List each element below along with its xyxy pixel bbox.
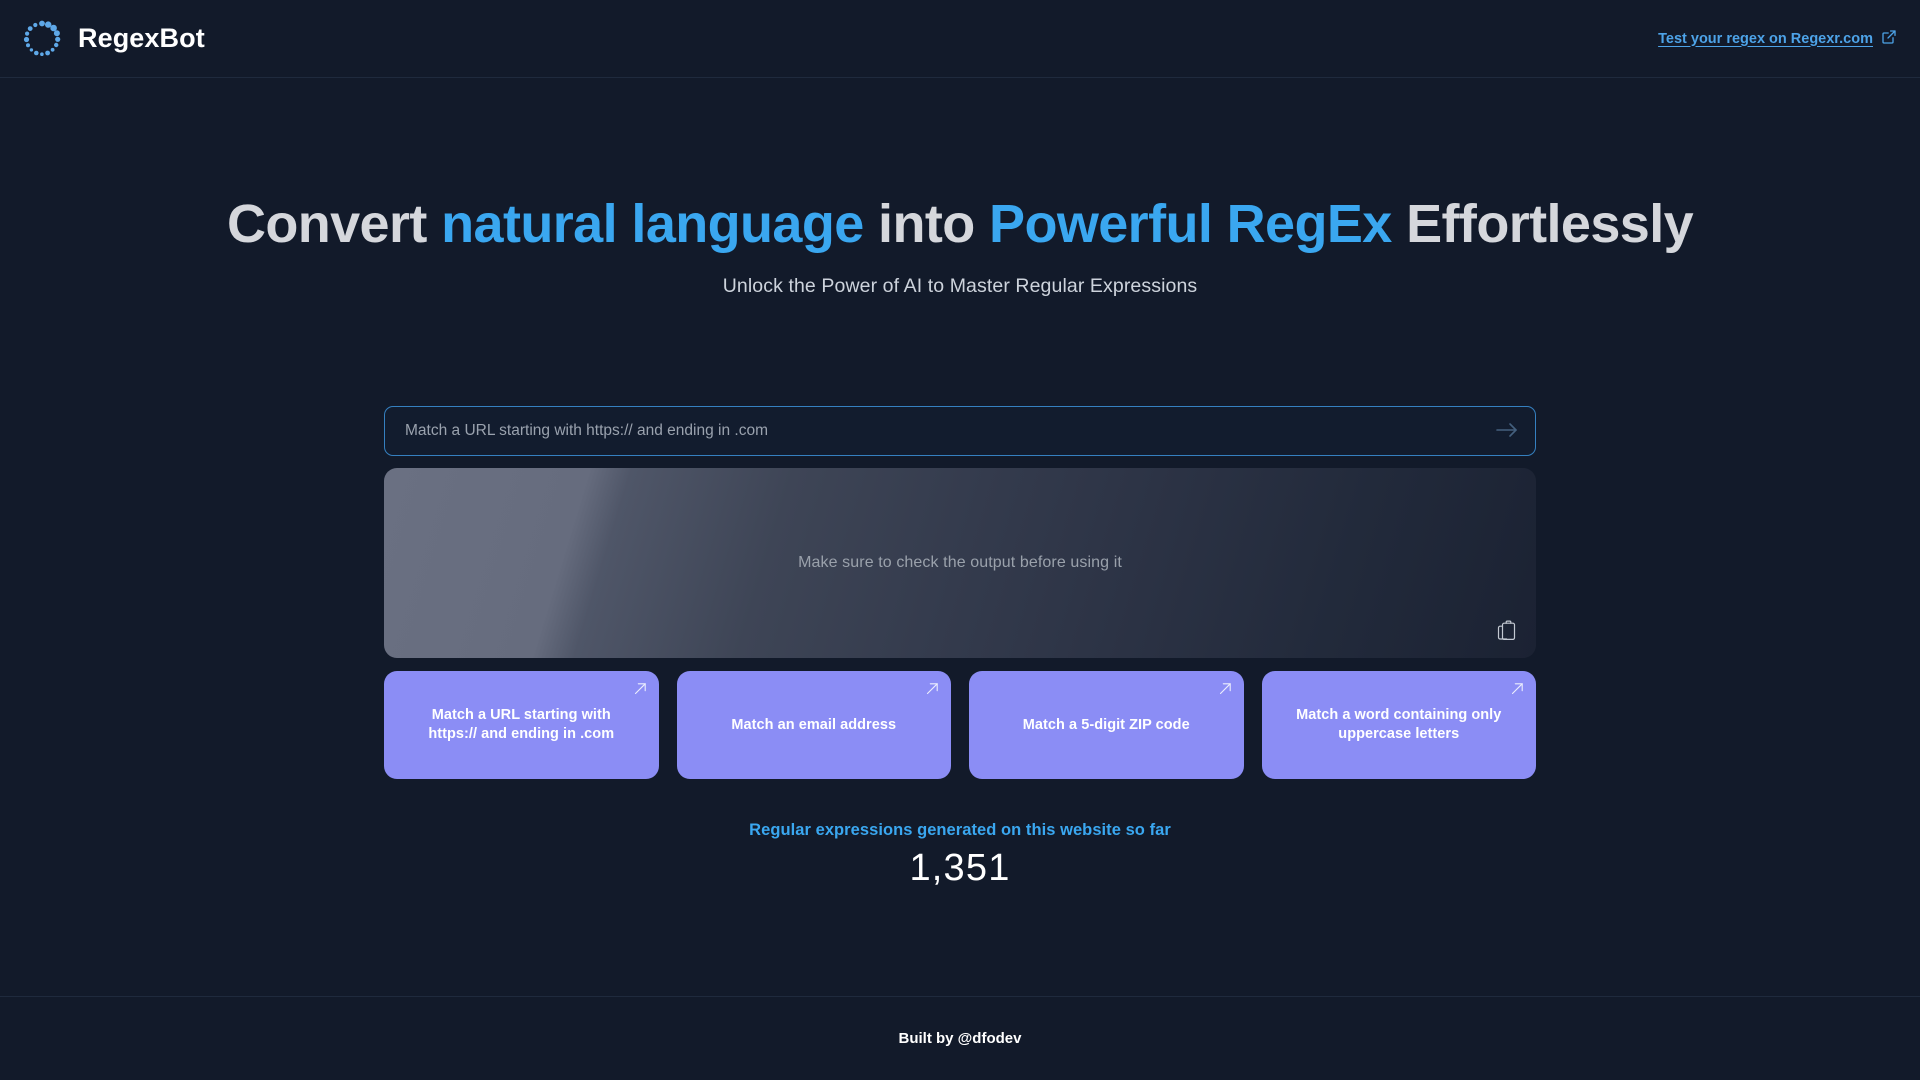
brand-name: RegexBot [78, 23, 205, 53]
page-title: Convert natural language into Powerful R… [226, 193, 1694, 255]
suggestion-card-label: Match a word containing only uppercase l… [1296, 706, 1502, 743]
regexr-link-label: Test your regex on Regexr.com [1658, 30, 1873, 47]
submit-button[interactable] [1494, 418, 1520, 444]
suggestion-card-uppercase[interactable]: Match a word containing only uppercase l… [1261, 671, 1536, 780]
suggestion-card-label: Match a URL starting with https:// and e… [428, 706, 615, 743]
app-root: RegexBot Test your regex on Regexr.com C… [0, 0, 1920, 1080]
prompt-input[interactable] [384, 406, 1536, 457]
title-segment-1: Convert [226, 194, 442, 254]
footer-credit: Built by @dfodev [898, 1030, 1022, 1047]
arrow-up-right-icon [925, 681, 940, 696]
suggestion-card-email[interactable]: Match an email address [676, 671, 951, 780]
arrow-up-right-icon [633, 681, 648, 696]
title-segment-2: into [863, 194, 990, 254]
suggestion-card-url[interactable]: Match a URL starting with https:// and e… [384, 671, 659, 780]
copy-output-button[interactable] [1494, 620, 1518, 644]
app-footer: Built by @dfodev [0, 996, 1920, 1080]
arrow-up-right-icon [1218, 681, 1233, 696]
page-subtitle: Unlock the Power of AI to Master Regular… [722, 275, 1198, 298]
counter-label: Regular expressions generated on this we… [749, 821, 1171, 840]
title-segment-3: Effortlessly [1391, 194, 1694, 254]
regexr-external-link[interactable]: Test your regex on Regexr.com [1658, 29, 1896, 48]
suggestion-cards: Match a URL starting with https:// and e… [384, 671, 1536, 780]
brand: RegexBot [20, 17, 205, 61]
app-header: RegexBot Test your regex on Regexr.com [0, 0, 1920, 78]
generation-counter: Regular expressions generated on this we… [384, 821, 1536, 890]
title-highlight-1: natural language [441, 194, 864, 254]
output-placeholder-text: Make sure to check the output before usi… [798, 554, 1122, 572]
counter-value: 1,351 [909, 847, 1011, 890]
arrow-right-icon [1496, 422, 1518, 441]
suggestion-card-label: Match an email address [731, 716, 897, 733]
copy-icon [1497, 620, 1516, 644]
suggestion-card-zip[interactable]: Match a 5-digit ZIP code [969, 671, 1244, 780]
arrow-up-right-icon [1510, 681, 1525, 696]
main-content: Convert natural language into Powerful R… [0, 78, 1920, 996]
regex-tool: Make sure to check the output before usi… [384, 406, 1536, 890]
title-highlight-2: Powerful RegEx [989, 194, 1392, 254]
external-link-icon [1882, 29, 1896, 48]
suggestion-card-label: Match a 5-digit ZIP code [1022, 716, 1190, 733]
regex-output-box: Make sure to check the output before usi… [384, 468, 1536, 659]
prompt-row [384, 406, 1536, 457]
dotted-ring-logo-icon [20, 17, 64, 61]
